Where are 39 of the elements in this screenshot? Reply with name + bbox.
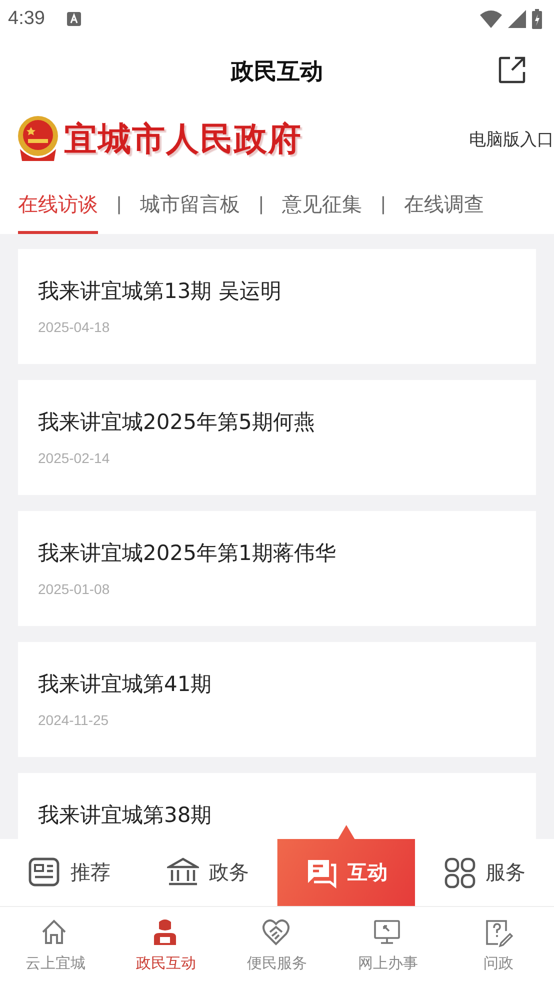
article-date: 2024-11-25: [38, 712, 110, 728]
share-icon[interactable]: [498, 56, 526, 84]
article-card[interactable]: 我来讲宜城2025年第5期何燕 2025-02-14: [18, 380, 536, 495]
article-title: 我来讲宜城第38期: [38, 802, 213, 829]
grid-icon: [444, 856, 476, 888]
nav-tab[interactable]: 网上办事: [332, 907, 444, 984]
article-date: 2025-02-14: [38, 450, 111, 466]
page-title: 政民互动: [231, 58, 323, 86]
nav-tab[interactable]: 政民互动: [110, 907, 222, 984]
question-edit-icon: [484, 918, 514, 948]
nav-tab[interactable]: 便民服务: [222, 907, 332, 984]
article-date: 2025-01-08: [38, 581, 111, 597]
tab-separator: |: [258, 194, 264, 214]
nav-tab[interactable]: 云上宜城: [0, 907, 111, 984]
battery-icon: [532, 9, 542, 29]
article-title: 我来讲宜城第41期: [38, 671, 213, 698]
nav-tab[interactable]: 问政: [443, 907, 554, 984]
article-card[interactable]: 我来讲宜城第13期 吴运明 2025-04-18: [18, 249, 536, 364]
government-logo-text: 宜城市人民政府: [64, 118, 302, 160]
notification-icon: [66, 12, 81, 26]
category-tab[interactable]: 城市留言板: [140, 174, 240, 234]
article-title: 我来讲宜城2025年第1期蒋伟华: [38, 540, 337, 567]
article-title: 我来讲宜城第13期 吴运明: [38, 278, 282, 305]
article-date: 2025-04-18: [38, 319, 111, 335]
article-card[interactable]: 我来讲宜城2025年第1期蒋伟华 2025-01-08: [18, 511, 536, 626]
category-tab[interactable]: 在线调查: [404, 174, 484, 234]
emblem-icon: [16, 115, 60, 163]
category-tab[interactable]: 意见征集: [282, 174, 362, 234]
article-title: 我来讲宜城2025年第5期何燕: [38, 409, 316, 436]
news-icon: [28, 856, 60, 888]
signal-icon: [508, 10, 526, 28]
article-card[interactable]: 我来讲宜城第41期 2024-11-25: [18, 642, 536, 757]
handshake-heart-icon: [262, 918, 292, 948]
tab-separator: |: [116, 194, 122, 214]
wifi-icon: [480, 10, 502, 28]
article-card[interactable]: 我来讲宜城第38期: [18, 773, 536, 839]
desktop-version-link[interactable]: 电脑版入口: [469, 128, 554, 150]
status-time: 4:39: [8, 8, 45, 30]
tab-separator: |: [380, 194, 386, 214]
